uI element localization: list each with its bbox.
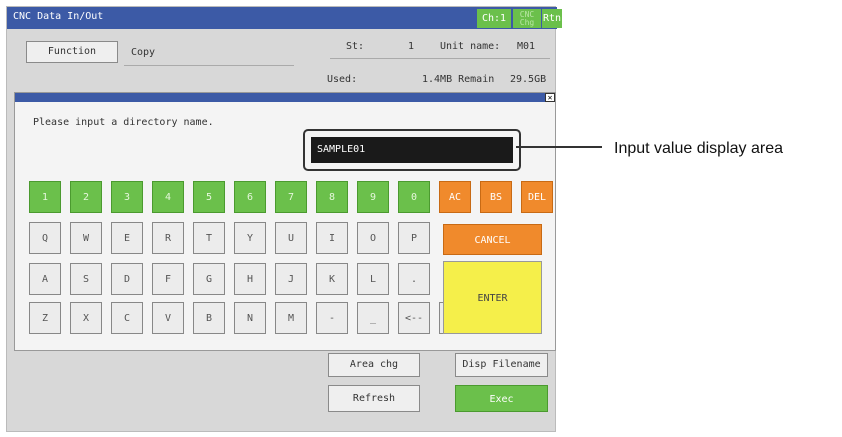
- key-r[interactable]: R: [152, 222, 184, 254]
- disp-filename-button[interactable]: Disp Filename: [455, 353, 548, 377]
- key-u[interactable]: U: [275, 222, 307, 254]
- key-2[interactable]: 2: [70, 181, 102, 213]
- st-label: St:: [346, 41, 365, 52]
- channel-button[interactable]: Ch:1: [477, 9, 511, 28]
- key-d[interactable]: D: [111, 263, 143, 295]
- key-m[interactable]: M: [275, 302, 307, 334]
- key-underscore[interactable]: _: [357, 302, 389, 334]
- used-label: Used:: [327, 74, 358, 85]
- key-c[interactable]: C: [111, 302, 143, 334]
- key-z[interactable]: Z: [29, 302, 61, 334]
- key-6[interactable]: 6: [234, 181, 266, 213]
- key-k[interactable]: K: [316, 263, 348, 295]
- callout-label: Input value display area: [614, 140, 783, 157]
- key-n[interactable]: N: [234, 302, 266, 334]
- function-button[interactable]: Function: [26, 41, 118, 63]
- close-icon[interactable]: ✕: [545, 93, 555, 102]
- unit-name-value: M01: [517, 41, 536, 52]
- used-value: 1.4MB Remain: [422, 74, 495, 85]
- key-a[interactable]: A: [29, 263, 61, 295]
- exec-button[interactable]: Exec: [455, 385, 548, 412]
- return-button[interactable]: Rtn: [542, 9, 562, 28]
- window-title: CNC Data In/Out: [13, 11, 104, 22]
- key-left-arrow[interactable]: <--: [398, 302, 430, 334]
- title-bar: CNC Data In/Out Ch:1 CNC Chg Rtn: [7, 7, 562, 29]
- key-del[interactable]: DEL: [521, 181, 553, 213]
- key-l[interactable]: L: [357, 263, 389, 295]
- key-3[interactable]: 3: [111, 181, 143, 213]
- key-g[interactable]: G: [193, 263, 225, 295]
- enter-button[interactable]: ENTER: [443, 261, 542, 334]
- key-v[interactable]: V: [152, 302, 184, 334]
- key-b[interactable]: B: [193, 302, 225, 334]
- key-5[interactable]: 5: [193, 181, 225, 213]
- dialog-title-bar: [15, 93, 555, 102]
- refresh-button[interactable]: Refresh: [328, 385, 420, 412]
- remain-value: 29.5GB: [510, 74, 547, 85]
- key-w[interactable]: W: [70, 222, 102, 254]
- key-p[interactable]: P: [398, 222, 430, 254]
- key-j[interactable]: J: [275, 263, 307, 295]
- key-q[interactable]: Q: [29, 222, 61, 254]
- callout-line: [516, 146, 602, 148]
- key-i[interactable]: I: [316, 222, 348, 254]
- unit-name-label: Unit name:: [440, 41, 501, 52]
- cnc-chg-button[interactable]: CNC Chg: [513, 9, 541, 28]
- key-7[interactable]: 7: [275, 181, 307, 213]
- key-e[interactable]: E: [111, 222, 143, 254]
- key-f[interactable]: F: [152, 263, 184, 295]
- area-chg-button[interactable]: Area chg: [328, 353, 420, 377]
- function-underline: [124, 65, 294, 66]
- key-4[interactable]: 4: [152, 181, 184, 213]
- key-ac[interactable]: AC: [439, 181, 471, 213]
- key-period[interactable]: .: [398, 263, 430, 295]
- key-x[interactable]: X: [70, 302, 102, 334]
- header-underline: [330, 58, 550, 59]
- st-value: 1: [408, 41, 415, 52]
- input-value-field[interactable]: SAMPLE01: [311, 137, 513, 163]
- key-h[interactable]: H: [234, 263, 266, 295]
- function-value: Copy: [131, 47, 156, 58]
- key-minus[interactable]: -: [316, 302, 348, 334]
- key-1[interactable]: 1: [29, 181, 61, 213]
- key-0[interactable]: 0: [398, 181, 430, 213]
- key-t[interactable]: T: [193, 222, 225, 254]
- key-bs[interactable]: BS: [480, 181, 512, 213]
- key-s[interactable]: S: [70, 263, 102, 295]
- dialog-prompt: Please input a directory name.: [33, 117, 214, 128]
- key-9[interactable]: 9: [357, 181, 389, 213]
- key-y[interactable]: Y: [234, 222, 266, 254]
- key-o[interactable]: O: [357, 222, 389, 254]
- input-value-display-area: SAMPLE01: [303, 129, 521, 171]
- cancel-button[interactable]: CANCEL: [443, 224, 542, 255]
- key-8[interactable]: 8: [316, 181, 348, 213]
